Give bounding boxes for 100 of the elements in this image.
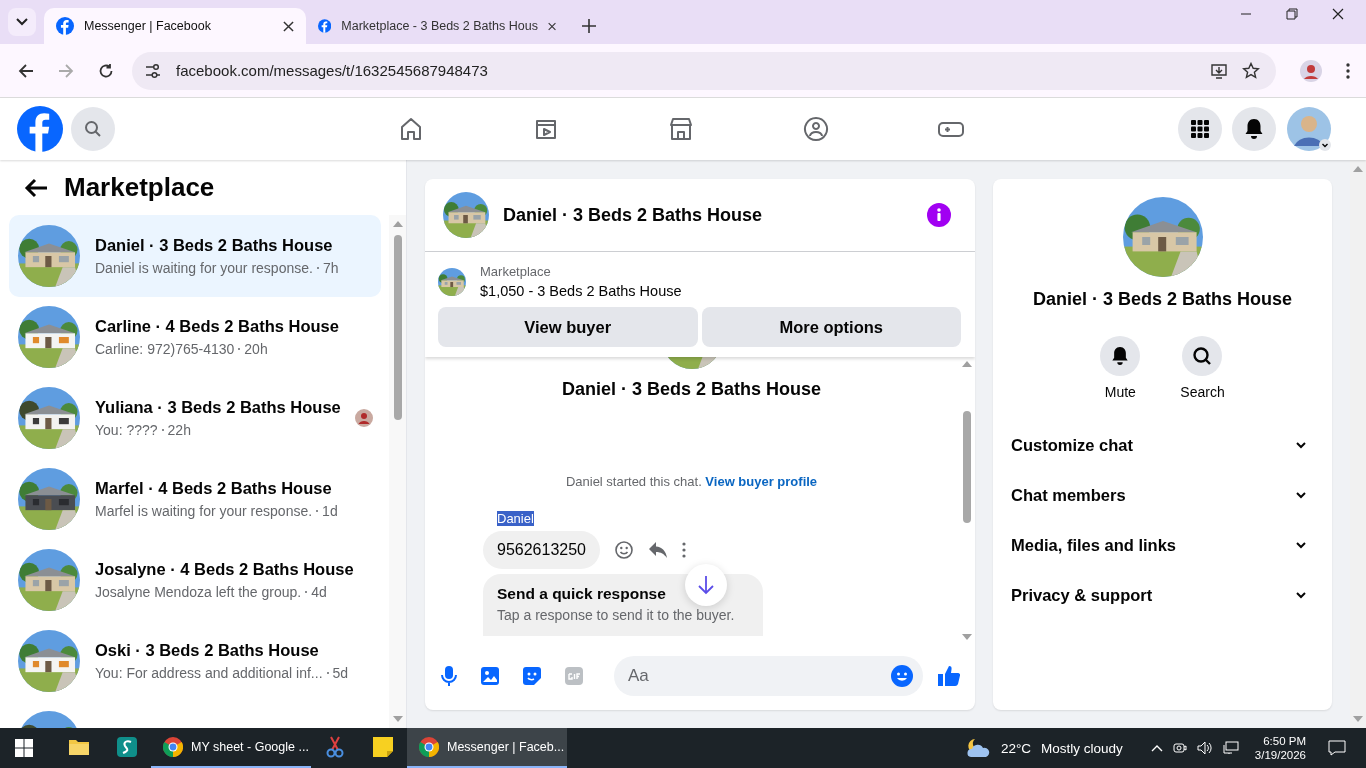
info-icon[interactable] [927,203,951,227]
listing-title: $1,050 - 3 Beds 2 Baths House [480,283,682,299]
action-label: Search [1180,384,1225,400]
chat-started-notice: Daniel started this chat. View buyer profile [565,474,818,489]
notifications-icon[interactable] [1328,740,1346,756]
notifications-button[interactable] [1232,107,1276,151]
chrome-icon [163,737,183,757]
chevron-down-icon [1296,541,1306,549]
listing-button[interactable]: More options [701,307,961,347]
menu-button[interactable] [1178,107,1222,151]
collapsible-section[interactable]: Customize chat [1011,420,1306,470]
reply-icon[interactable] [648,541,668,559]
scissors-icon [325,736,345,758]
tab-list-button[interactable] [8,8,36,36]
close-icon[interactable] [547,20,556,32]
message-bubble: 9562613250 [483,531,600,569]
action-label: Mute [1104,384,1136,400]
grid-menu-icon [1190,119,1210,139]
more-icon[interactable] [682,542,686,558]
chevron-down-icon [16,18,28,26]
site-settings-icon[interactable] [144,61,162,80]
conversation-name: Yuliana · 3 Beds 2 Baths House [95,398,340,417]
taskbar-app[interactable]: MY sheet - Google ... [151,728,311,768]
conversation-item[interactable]: Yuliana · 3 Beds 2 Baths House You: ???? 22h [9,377,381,459]
address-field[interactable]: facebook.com/messages/t/1632545687948473 [132,51,1276,90]
camera-icon[interactable] [1172,741,1187,755]
more-icon[interactable] [1346,62,1350,79]
profile-avatar-icon[interactable] [1300,59,1322,82]
scroll-up-icon[interactable] [961,361,972,367]
thumbs-up-icon[interactable] [937,665,961,687]
sticker-icon[interactable] [522,666,542,686]
conversation-preview: Daniel is waiting for your response. [95,260,313,276]
scroll-to-bottom-button[interactable] [685,564,727,606]
listing-label: Marketplace [480,264,552,279]
react-icon[interactable] [614,540,634,560]
install-icon[interactable] [1210,61,1228,80]
scrollbar-thumb[interactable] [393,235,402,420]
reload-icon[interactable] [98,62,114,79]
mute-button[interactable] [1100,336,1141,376]
conversation-name: Marfel · 4 Beds 2 Baths House [95,479,333,498]
search-button[interactable] [1182,336,1223,376]
bell-icon [1244,118,1264,140]
bell-icon [1111,346,1130,366]
conversation-preview: You: For address and additional inf... [95,665,323,681]
emoji-icon[interactable] [891,665,913,687]
tab-title: Messenger | Facebook [84,19,212,33]
view-buyer-profile-link[interactable]: View buyer profile [705,474,818,489]
quick-response-subtitle: Tap a response to send it to the buyer. [497,607,736,623]
close-icon[interactable] [283,20,294,32]
bookmark-star-icon[interactable] [1242,61,1260,80]
conversation-name: Oski · 3 Beds 2 Baths House [95,641,320,660]
facebook-logo[interactable] [17,106,63,152]
conversation-item[interactable]: Daniel · 3 Beds 2 Baths House Daniel is waiting for your response. 7h [9,215,381,297]
facebook-icon [318,17,332,35]
conversation-time: 1d [322,503,338,519]
account-avatar[interactable] [1286,106,1332,152]
conversation-item[interactable]: Josalyne · 4 Beds 2 Baths House Josalyne Mendoza left the group. 4d [9,539,381,621]
chat-title: Daniel · 3 Beds 2 Baths House [503,204,763,226]
conversation-time: 22h [167,422,191,438]
listing-button[interactable]: View buyer [438,307,698,347]
scrollbar[interactable] [389,215,406,728]
facebook-icon [56,17,74,35]
collapsible-section[interactable]: Privacy & support [1011,570,1306,620]
network-icon[interactable] [1222,741,1239,755]
scrollbar-thumb[interactable] [962,411,971,523]
conversation-time: 4d [311,584,327,600]
scroll-down-icon[interactable] [961,634,972,640]
conversation-time: 20h [244,341,268,357]
search-icon [1192,346,1213,366]
conversation-preview: Carline: 972)765-4130 [95,341,235,357]
restore-icon[interactable] [1286,8,1298,20]
collapsible-section[interactable]: Chat members [1011,470,1306,520]
taskbar-app[interactable]: Messenger | Faceb... [407,728,567,768]
conversation-time: 7h [322,260,339,276]
new-tab-icon[interactable] [582,19,596,33]
back-arrow-icon[interactable] [24,177,48,198]
back-icon[interactable] [18,62,34,79]
store-icon [667,115,695,143]
conversation-item[interactable]: Carline · 4 Beds 2 Baths House Carline: 972)765-4130 20h [9,296,381,378]
quick-response-title: Send a quick response [497,585,666,603]
conversation-name: Josalyne · 4 Beds 2 Baths House [95,560,355,579]
search-icon [84,120,102,138]
conversation-item[interactable]: Oski · 3 Beds 2 Baths House You: For address and additional inf... 5d [9,620,381,702]
microphone-icon[interactable] [440,665,458,687]
windows-start-icon[interactable] [15,739,33,757]
browser-tab[interactable]: Marketplace - 3 Beds 2 Baths Hous [306,8,568,44]
conversation-item[interactable]: Marfel · 4 Beds 2 Baths House Marfel is waiting for your response. 1d [9,458,381,540]
message-field[interactable]: Aa [614,656,923,696]
browser-tab[interactable]: Messenger | Facebook [44,8,306,44]
sidebar-title: Marketplace [64,172,215,203]
temperature: 22°C [1000,740,1032,756]
weather-condition: Mostly cloudy [1041,740,1123,756]
intro-title: Daniel · 3 Beds 2 Baths House [561,379,822,400]
collapsible-section[interactable]: Media, files and links [1011,520,1306,570]
chevron-down-icon [1296,591,1306,599]
tab-title: Marketplace - 3 Beds 2 Baths Hous [341,19,538,33]
chevron-up-icon[interactable] [1150,744,1163,752]
volume-icon[interactable] [1196,741,1213,755]
close-icon[interactable] [1332,8,1344,20]
image-icon[interactable] [480,666,500,686]
